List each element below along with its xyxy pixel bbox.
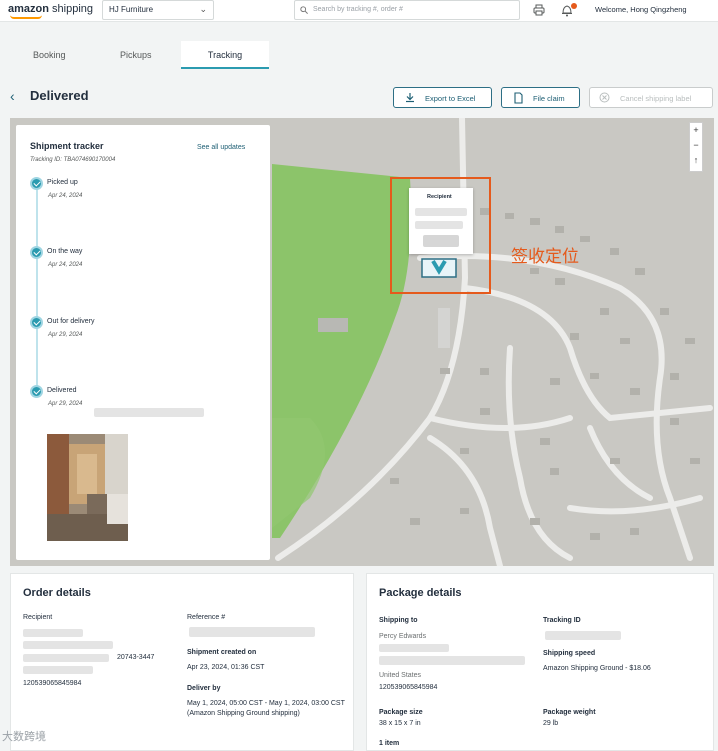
package-weight-value: 29 lb [543, 720, 559, 727]
recipient-popup-title: Recipient [427, 194, 452, 200]
export-to-excel-button[interactable]: Export to Excel [393, 87, 492, 108]
deliver-by-value: May 1, 2024, 05:00 CST - May 1, 2024, 03… [187, 700, 345, 717]
redacted-text [423, 235, 459, 247]
redacted-text [379, 644, 449, 652]
step-date: Apr 29, 2024 [48, 332, 83, 338]
tab-pickups[interactable]: Pickups [120, 50, 152, 60]
logo-smile-icon [10, 15, 42, 19]
tab-tracking[interactable]: Tracking [181, 41, 269, 69]
shipping-to-country: United States [379, 672, 422, 679]
shipping-speed-value: Amazon Shipping Ground - $18.06 [543, 665, 651, 672]
shipment-tracker-panel: Shipment tracker Tracking ID: TBA0746901… [16, 125, 270, 560]
redacted-text [379, 656, 525, 665]
map-zoom-control[interactable]: + − ↑ [689, 122, 703, 172]
download-icon [406, 93, 414, 103]
company-name: HJ Furniture [109, 5, 154, 14]
tracking-id-label: Tracking ID [543, 617, 581, 624]
redacted-text [94, 408, 204, 417]
top-bar: amazon shipping HJ Furniture ⌄ Search by… [0, 0, 718, 22]
company-selector[interactable]: HJ Furniture ⌄ [102, 0, 214, 20]
redacted-text [189, 627, 315, 637]
shipment-created-label: Shipment created on [187, 649, 257, 656]
search-icon [300, 6, 308, 14]
delivery-location-annotation: 签收定位 [511, 247, 579, 267]
shipping-to-number: 120539065845984 [379, 684, 438, 691]
package-size-label: Package size [379, 709, 423, 716]
back-chevron-icon[interactable]: ‹ [10, 88, 15, 104]
page-title: Delivered [30, 88, 89, 103]
step-date: Apr 24, 2024 [48, 262, 83, 268]
amazon-shipping-logo[interactable]: amazon shipping [8, 3, 94, 19]
document-icon [514, 92, 523, 104]
chevron-down-icon: ⌄ [199, 4, 207, 14]
order-details-card: Order details Recipient 20743-3447 12053… [10, 573, 354, 751]
redacted-text [415, 208, 467, 216]
order-details-title: Order details [23, 587, 91, 599]
delivery-pin-icon [421, 258, 457, 278]
step-label: Delivered [47, 387, 77, 394]
file-claim-button[interactable]: File claim [501, 87, 580, 108]
redacted-text [23, 641, 113, 649]
recipient-number: 120539065845984 [23, 680, 82, 687]
recipient-zip: 20743-3447 [117, 654, 155, 661]
shipping-to-name: Percy Edwards [379, 633, 427, 640]
check-circle-icon [30, 177, 43, 190]
logo-text: amazon [8, 3, 49, 15]
logo-suffix: shipping [52, 3, 94, 15]
watermark-text: 大数跨境 [2, 730, 46, 743]
step-label: Picked up [47, 179, 78, 186]
redacted-text [23, 654, 109, 662]
item-count: 1 item [379, 740, 400, 747]
redacted-text [23, 629, 83, 637]
tracker-title: Shipment tracker [30, 141, 104, 151]
delivery-photo-image [47, 434, 128, 541]
cancel-shipping-label-button[interactable]: Cancel shipping label [589, 87, 713, 108]
package-details-title: Package details [379, 587, 462, 599]
cancel-icon [599, 92, 610, 103]
redacted-text [415, 221, 463, 229]
redacted-text [23, 666, 93, 674]
shipping-speed-label: Shipping speed [543, 650, 596, 657]
check-circle-icon [30, 385, 43, 398]
recipient-popup: Recipient [409, 188, 473, 254]
file-claim-label: File claim [533, 94, 565, 103]
cancel-label: Cancel shipping label [620, 94, 692, 103]
check-circle-icon [30, 316, 43, 329]
package-weight-label: Package weight [543, 709, 596, 716]
shipping-to-label: Shipping to [379, 617, 418, 624]
notification-bell[interactable] [561, 3, 577, 22]
shipment-created-value: Apr 23, 2024, 01:36 CST [187, 664, 265, 671]
check-circle-icon [30, 246, 43, 259]
zoom-out-icon[interactable]: − [690, 138, 702, 153]
tracking-id: Tracking ID: TBA074690170004 [30, 157, 116, 163]
package-size-value: 38 x 15 x 7 in [379, 720, 421, 727]
recipient-label: Recipient [23, 614, 53, 621]
search-input[interactable]: Search by tracking #, order # [294, 0, 520, 20]
search-placeholder: Search by tracking #, order # [313, 6, 403, 13]
deliver-by-label: Deliver by [187, 685, 221, 692]
proof-of-delivery-photo[interactable] [47, 434, 128, 541]
welcome-text[interactable]: Welcome, Hong Qingzheng [595, 5, 687, 14]
reference-label: Reference # [187, 614, 226, 621]
tab-booking[interactable]: Booking [33, 50, 66, 60]
export-label: Export to Excel [425, 94, 476, 103]
package-details-card: Package details Shipping to Percy Edward… [366, 573, 714, 751]
redacted-text [545, 631, 621, 640]
step-date: Apr 24, 2024 [48, 193, 83, 199]
see-all-updates-link[interactable]: See all updates [197, 144, 245, 151]
step-label: On the way [47, 248, 83, 255]
compass-icon[interactable]: ↑ [690, 153, 702, 168]
step-label: Out for delivery [47, 318, 95, 325]
timeline-line [36, 183, 38, 395]
printer-icon[interactable] [533, 4, 545, 16]
tab-tracking-label: Tracking [207, 50, 243, 60]
zoom-in-icon[interactable]: + [690, 123, 702, 138]
notification-dot [571, 3, 577, 9]
step-date: Apr 29, 2024 [48, 401, 83, 407]
